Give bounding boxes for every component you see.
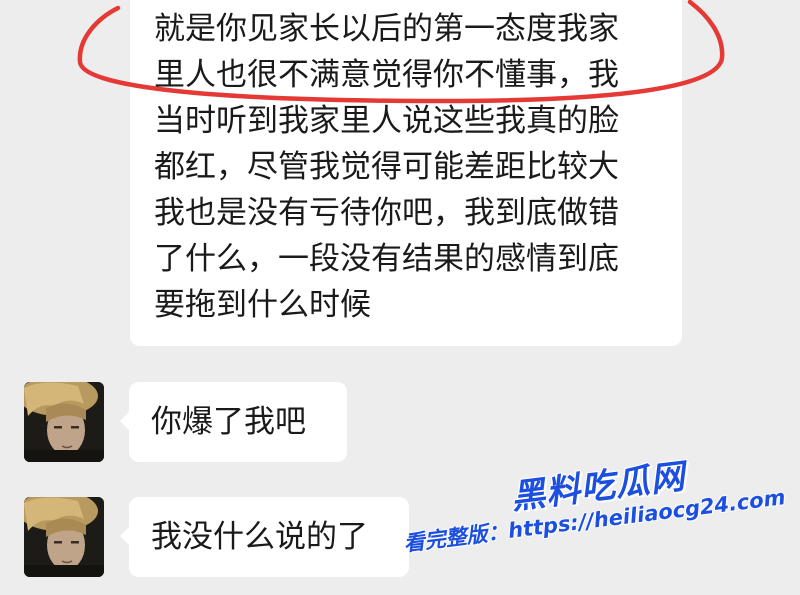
message-line: 里人也很不满意觉得你不懂事，我 [154,57,619,93]
contact-avatar[interactable] [24,382,104,462]
contact-avatar[interactable] [24,497,104,577]
message-line: 都红，尽管我觉得可能差距比较大 [154,149,619,185]
avatar-portrait-icon [24,497,104,577]
message-line: 要拖到什么时候 [154,287,371,323]
received-message-bubble[interactable]: 我没什么说的了 [120,497,409,577]
message-line: 就是你见家长以后的第一态度我家 [154,11,619,47]
message-text: 你爆了我吧 [151,404,306,440]
avatar-portrait-icon [24,382,104,462]
message-line: 我也是没有亏待你吧，我到底做错 [154,195,619,231]
message-text: 我没什么说的了 [151,519,368,555]
received-message-bubble[interactable]: 就是你见家长以后的第一态度我家 里人也很不满意觉得你不懂事，我 当时听到我家里人… [130,0,682,346]
received-message-bubble[interactable]: 你爆了我吧 [120,382,347,462]
message-line: 了什么，一段没有结果的感情到底 [154,241,619,277]
message-line: 当时听到我家里人说这些我真的脸 [154,103,619,139]
